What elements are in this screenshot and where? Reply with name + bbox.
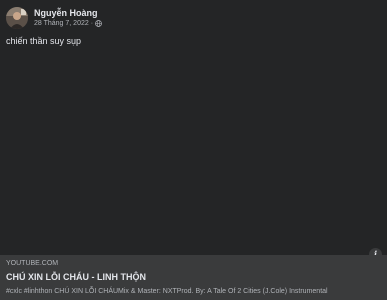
link-title[interactable]: CHÚ XIN LỖI CHÁU - LINH THỘN [6, 271, 381, 284]
separator-dot: · [90, 19, 94, 27]
link-preview[interactable]: YOUTUBE.COM CHÚ XIN LỖI CHÁU - LINH THỘN… [0, 255, 387, 300]
link-media-area[interactable]: i [0, 58, 387, 261]
post-date[interactable]: 28 Tháng 7, 2022 [34, 19, 89, 29]
globe-icon [95, 20, 102, 27]
post-meta: Nguyễn Hoàng 28 Tháng 7, 2022 · [34, 8, 102, 29]
post-header: Nguyễn Hoàng 28 Tháng 7, 2022 · [6, 5, 102, 31]
link-domain: YOUTUBE.COM [6, 260, 59, 267]
author-name[interactable]: Nguyễn Hoàng [34, 8, 102, 19]
post-subline: 28 Tháng 7, 2022 · [34, 19, 102, 29]
facebook-post: Nguyễn Hoàng 28 Tháng 7, 2022 · chiến th… [0, 0, 387, 300]
avatar[interactable] [6, 7, 28, 29]
avatar-image [6, 7, 28, 29]
link-description: #cxlc #linhthon CHÚ XIN LỖI CHÁUMix & Ma… [6, 288, 328, 295]
post-text: chiến thần suy sụp [6, 36, 82, 46]
